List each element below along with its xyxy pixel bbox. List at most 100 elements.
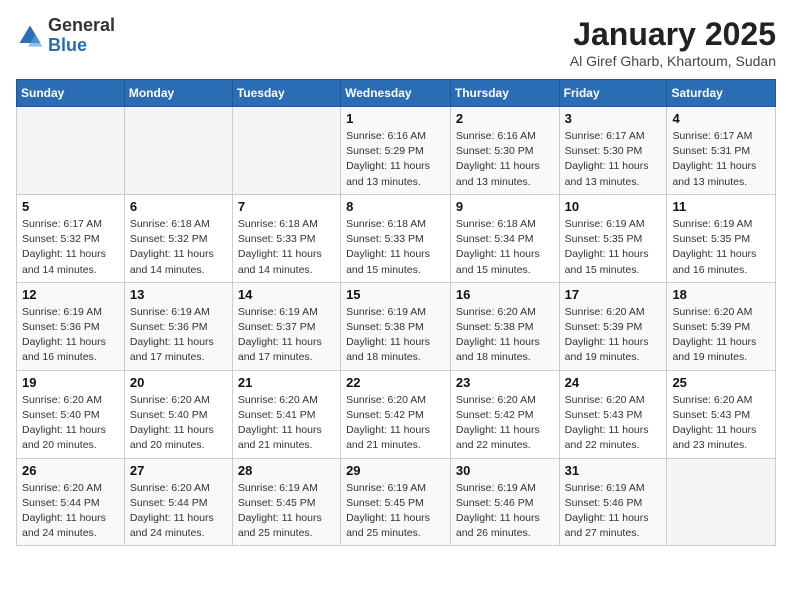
day-info: Sunrise: 6:19 AM Sunset: 5:46 PM Dayligh…	[456, 481, 554, 542]
logo-text: General Blue	[48, 16, 115, 56]
calendar-table: Sunday Monday Tuesday Wednesday Thursday…	[16, 79, 776, 546]
calendar-week-row: 5Sunrise: 6:17 AM Sunset: 5:32 PM Daylig…	[17, 194, 776, 282]
table-row: 25 Sunrise: 6:20 AM Sunset: 5:43 PM Dayli…	[667, 370, 776, 458]
table-row: 19Sunrise: 6:20 AM Sunset: 5:40 PM Dayli…	[17, 370, 125, 458]
calendar-week-row: 19Sunrise: 6:20 AM Sunset: 5:40 PM Dayli…	[17, 370, 776, 458]
day-number: 29	[346, 463, 445, 478]
table-row: 15 Sunrise: 6:19 AM Sunset: 5:38 PM Dayli…	[341, 282, 451, 370]
col-monday: Monday	[124, 80, 232, 107]
day-info: Sunrise: 6:20 AM Sunset: 5:40 PM Dayligh…	[22, 393, 119, 454]
day-number: 23	[456, 375, 554, 390]
table-row: 28 Sunrise: 6:19 AM Sunset: 5:45 PM Dayli…	[232, 458, 340, 546]
logo-general: General	[48, 16, 115, 36]
day-info: Sunrise: 6:19 AM Sunset: 5:35 PM Dayligh…	[565, 217, 662, 278]
day-info: Sunrise: 6:19 AM Sunset: 5:36 PM Dayligh…	[22, 305, 119, 366]
day-number: 11	[672, 199, 770, 214]
day-info: Sunrise: 6:20 AM Sunset: 5:42 PM Dayligh…	[456, 393, 554, 454]
day-number: 25	[672, 375, 770, 390]
day-number: 16	[456, 287, 554, 302]
table-row: 20Sunrise: 6:20 AM Sunset: 5:40 PM Dayli…	[124, 370, 232, 458]
table-row: 4Sunrise: 6:17 AM Sunset: 5:31 PM Daylig…	[667, 107, 776, 195]
day-info: Sunrise: 6:19 AM Sunset: 5:37 PM Dayligh…	[238, 305, 335, 366]
calendar-header-row: Sunday Monday Tuesday Wednesday Thursday…	[17, 80, 776, 107]
logo: General Blue	[16, 16, 115, 56]
table-row: 22 Sunrise: 6:20 AM Sunset: 5:42 PM Dayli…	[341, 370, 451, 458]
logo-icon	[16, 22, 44, 50]
title-block: January 2025 Al Giref Gharb, Khartoum, S…	[570, 16, 776, 69]
table-row	[232, 107, 340, 195]
day-number: 8	[346, 199, 445, 214]
table-row: 14 Sunrise: 6:19 AM Sunset: 5:37 PM Dayli…	[232, 282, 340, 370]
day-info: Sunrise: 6:20 AM Sunset: 5:39 PM Dayligh…	[672, 305, 770, 366]
table-row: 26 Sunrise: 6:20 AM Sunset: 5:44 PM Dayli…	[17, 458, 125, 546]
day-info: Sunrise: 6:19 AM Sunset: 5:45 PM Dayligh…	[238, 481, 335, 542]
day-info: Sunrise: 6:20 AM Sunset: 5:41 PM Dayligh…	[238, 393, 335, 454]
table-row	[124, 107, 232, 195]
table-row	[17, 107, 125, 195]
table-row: 2Sunrise: 6:16 AM Sunset: 5:30 PM Daylig…	[450, 107, 559, 195]
day-number: 14	[238, 287, 335, 302]
day-info: Sunrise: 6:18 AM Sunset: 5:33 PM Dayligh…	[346, 217, 445, 278]
table-row: 1 Sunrise: 6:16 AM Sunset: 5:29 PM Daylig…	[341, 107, 451, 195]
col-saturday: Saturday	[667, 80, 776, 107]
day-number: 1	[346, 111, 445, 126]
day-info: Sunrise: 6:20 AM Sunset: 5:43 PM Dayligh…	[565, 393, 662, 454]
day-number: 7	[238, 199, 335, 214]
col-tuesday: Tuesday	[232, 80, 340, 107]
day-number: 21	[238, 375, 335, 390]
table-row: 7 Sunrise: 6:18 AM Sunset: 5:33 PM Daylig…	[232, 194, 340, 282]
table-row: 5Sunrise: 6:17 AM Sunset: 5:32 PM Daylig…	[17, 194, 125, 282]
day-info: Sunrise: 6:16 AM Sunset: 5:29 PM Dayligh…	[346, 129, 445, 190]
day-info: Sunrise: 6:19 AM Sunset: 5:38 PM Dayligh…	[346, 305, 445, 366]
table-row: 6Sunrise: 6:18 AM Sunset: 5:32 PM Daylig…	[124, 194, 232, 282]
table-row: 3Sunrise: 6:17 AM Sunset: 5:30 PM Daylig…	[559, 107, 667, 195]
day-number: 22	[346, 375, 445, 390]
table-row: 31Sunrise: 6:19 AM Sunset: 5:46 PM Dayli…	[559, 458, 667, 546]
calendar-week-row: 1 Sunrise: 6:16 AM Sunset: 5:29 PM Daylig…	[17, 107, 776, 195]
table-row: 8 Sunrise: 6:18 AM Sunset: 5:33 PM Daylig…	[341, 194, 451, 282]
day-info: Sunrise: 6:17 AM Sunset: 5:32 PM Dayligh…	[22, 217, 119, 278]
day-number: 28	[238, 463, 335, 478]
day-info: Sunrise: 6:18 AM Sunset: 5:33 PM Dayligh…	[238, 217, 335, 278]
table-row: 9 Sunrise: 6:18 AM Sunset: 5:34 PM Daylig…	[450, 194, 559, 282]
day-info: Sunrise: 6:20 AM Sunset: 5:38 PM Dayligh…	[456, 305, 554, 366]
table-row: 11 Sunrise: 6:19 AM Sunset: 5:35 PM Dayli…	[667, 194, 776, 282]
logo-blue: Blue	[48, 36, 115, 56]
page-header: General Blue January 2025 Al Giref Gharb…	[16, 16, 776, 69]
table-row: 29 Sunrise: 6:19 AM Sunset: 5:45 PM Dayli…	[341, 458, 451, 546]
day-info: Sunrise: 6:20 AM Sunset: 5:42 PM Dayligh…	[346, 393, 445, 454]
day-number: 27	[130, 463, 227, 478]
day-info: Sunrise: 6:17 AM Sunset: 5:31 PM Dayligh…	[672, 129, 770, 190]
day-info: Sunrise: 6:20 AM Sunset: 5:43 PM Dayligh…	[672, 393, 770, 454]
day-number: 24	[565, 375, 662, 390]
day-number: 30	[456, 463, 554, 478]
calendar-week-row: 26 Sunrise: 6:20 AM Sunset: 5:44 PM Dayli…	[17, 458, 776, 546]
day-info: Sunrise: 6:19 AM Sunset: 5:35 PM Dayligh…	[672, 217, 770, 278]
day-number: 10	[565, 199, 662, 214]
day-info: Sunrise: 6:18 AM Sunset: 5:34 PM Dayligh…	[456, 217, 554, 278]
table-row: 24 Sunrise: 6:20 AM Sunset: 5:43 PM Dayli…	[559, 370, 667, 458]
calendar-subtitle: Al Giref Gharb, Khartoum, Sudan	[570, 53, 776, 69]
day-info: Sunrise: 6:19 AM Sunset: 5:45 PM Dayligh…	[346, 481, 445, 542]
day-info: Sunrise: 6:20 AM Sunset: 5:44 PM Dayligh…	[22, 481, 119, 542]
table-row: 30 Sunrise: 6:19 AM Sunset: 5:46 PM Dayli…	[450, 458, 559, 546]
day-number: 3	[565, 111, 662, 126]
day-info: Sunrise: 6:16 AM Sunset: 5:30 PM Dayligh…	[456, 129, 554, 190]
day-number: 12	[22, 287, 119, 302]
calendar-title: January 2025	[570, 16, 776, 53]
day-info: Sunrise: 6:19 AM Sunset: 5:36 PM Dayligh…	[130, 305, 227, 366]
day-number: 9	[456, 199, 554, 214]
table-row: 16 Sunrise: 6:20 AM Sunset: 5:38 PM Dayli…	[450, 282, 559, 370]
day-number: 18	[672, 287, 770, 302]
table-row: 12 Sunrise: 6:19 AM Sunset: 5:36 PM Dayli…	[17, 282, 125, 370]
day-info: Sunrise: 6:20 AM Sunset: 5:44 PM Dayligh…	[130, 481, 227, 542]
table-row: 10 Sunrise: 6:19 AM Sunset: 5:35 PM Dayli…	[559, 194, 667, 282]
day-number: 13	[130, 287, 227, 302]
calendar-week-row: 12 Sunrise: 6:19 AM Sunset: 5:36 PM Dayli…	[17, 282, 776, 370]
col-thursday: Thursday	[450, 80, 559, 107]
table-row: 18 Sunrise: 6:20 AM Sunset: 5:39 PM Dayli…	[667, 282, 776, 370]
day-number: 15	[346, 287, 445, 302]
day-number: 26	[22, 463, 119, 478]
col-wednesday: Wednesday	[341, 80, 451, 107]
table-row: 13 Sunrise: 6:19 AM Sunset: 5:36 PM Dayli…	[124, 282, 232, 370]
